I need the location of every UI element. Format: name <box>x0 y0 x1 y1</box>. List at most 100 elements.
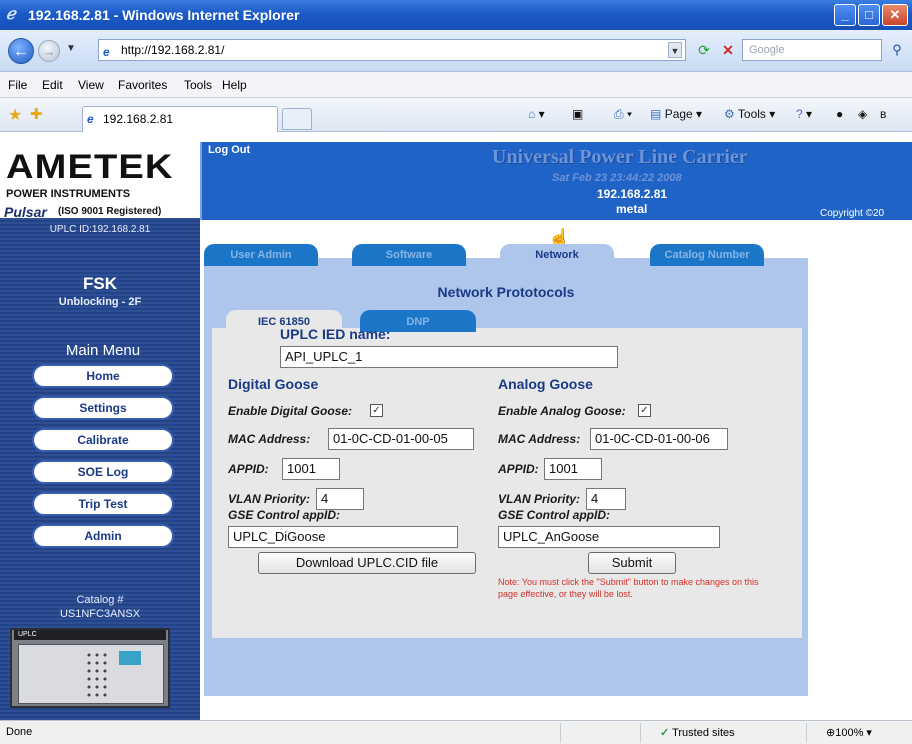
header-ip: 192.168.2.81 <box>597 187 668 201</box>
analog-appid-input[interactable]: 1001 <box>544 458 602 480</box>
sidebar-item-admin[interactable]: Admin <box>32 524 174 548</box>
url-input[interactable]: e http://192.168.2.81/ <box>98 39 686 61</box>
analog-mac-label: MAC Address: <box>498 432 581 446</box>
submit-button[interactable]: Submit <box>588 552 676 574</box>
analog-vlan-input[interactable]: 4 <box>586 488 626 510</box>
header-date: Sat Feb 23 23:44:22 2008 <box>552 172 682 184</box>
sidebar-item-soe-log[interactable]: SOE Log <box>32 460 174 484</box>
device-keypad <box>85 651 111 697</box>
analog-mac-input[interactable]: 01-0C-CD-01-00-06 <box>590 428 728 450</box>
tab-software[interactable]: Software <box>352 244 466 266</box>
enable-analog-checkbox[interactable]: ✓ <box>638 404 651 417</box>
menu-tools[interactable]: Tools <box>184 78 212 92</box>
url-dropdown-icon[interactable]: ▼ <box>668 42 682 58</box>
help-button[interactable]: ? ▾ <box>796 107 812 121</box>
home-icon: ⌂ <box>528 107 536 121</box>
status-divider <box>806 723 807 743</box>
sidebar: UPLC ID:192.168.2.81 FSK Unblocking - 2F… <box>0 218 200 720</box>
messenger-icon[interactable]: ◈ <box>858 107 867 121</box>
menu-favorites[interactable]: Favorites <box>118 78 167 92</box>
division-label: POWER INSTRUMENTS <box>6 188 131 200</box>
new-tab-button[interactable] <box>282 108 312 130</box>
search-icon[interactable]: ⚲ <box>886 40 908 60</box>
tab-catalog-number[interactable]: Catalog Number <box>650 244 764 266</box>
forward-button[interactable]: → <box>38 40 60 62</box>
page-menu[interactable]: ▤ Page ▾ <box>650 107 702 121</box>
page-content: AMETEK POWER INSTRUMENTS Pulsar (ISO 900… <box>0 132 912 720</box>
research-icon[interactable]: ● <box>836 107 843 121</box>
analog-gse-input[interactable]: UPLC_AnGoose <box>498 526 720 548</box>
page-menu-icon: ▤ <box>650 107 662 121</box>
digital-vlan-input[interactable]: 4 <box>316 488 364 510</box>
print-button[interactable]: ⎙ ▾ <box>614 107 632 122</box>
sidebar-item-home[interactable]: Home <box>32 364 174 388</box>
tab-user-admin[interactable]: User Admin <box>204 244 318 266</box>
catalog-number: US1NFC3ANSX <box>59 608 141 620</box>
digital-mac-input[interactable]: 01-0C-CD-01-00-05 <box>328 428 474 450</box>
zoom-level[interactable]: ⊕100% ▾ <box>826 726 872 739</box>
ie-logo-icon: ℯ <box>6 6 16 23</box>
menu-view[interactable]: View <box>78 78 104 92</box>
digital-gse-input[interactable]: UPLC_DiGoose <box>228 526 458 548</box>
scheme-label: Unblocking - 2F <box>58 296 142 308</box>
bluetooth-icon[interactable]: ʙ <box>880 107 886 121</box>
enable-digital-label: Enable Digital Goose: <box>228 404 353 418</box>
protocol-panel: IEC 61850 DNP UPLC IED name: API_UPLC_1 … <box>212 310 802 638</box>
digital-appid-input[interactable]: 1001 <box>282 458 340 480</box>
analog-vlan-label: VLAN Priority: <box>498 492 581 506</box>
ied-name-input[interactable]: API_UPLC_1 <box>280 346 618 368</box>
tab-network[interactable]: Network <box>500 244 614 266</box>
analog-gse-label: GSE Control appID: <box>498 508 610 522</box>
enable-digital-checkbox[interactable]: ✓ <box>370 404 383 417</box>
security-zone[interactable]: ✓ Trusted sites <box>660 726 735 739</box>
logo-panel: AMETEK POWER INSTRUMENTS Pulsar (ISO 900… <box>0 142 200 220</box>
analog-goose-heading: Analog Goose <box>498 376 593 392</box>
zoom-icon: ⊕ <box>826 727 836 739</box>
add-favorites-icon[interactable]: ✚ <box>30 105 43 123</box>
menu-file[interactable]: File <box>8 78 27 92</box>
browser-tab-active[interactable]: e 192.168.2.81 <box>82 106 278 132</box>
url-text: http://192.168.2.81/ <box>121 43 225 57</box>
title-bar: ℯ 192.168.2.81 - Windows Internet Explor… <box>0 0 912 30</box>
sidebar-item-trip-test[interactable]: Trip Test <box>32 492 174 516</box>
window-title: 192.168.2.81 - Windows Internet Explorer <box>28 7 300 23</box>
menu-edit[interactable]: Edit <box>42 78 63 92</box>
close-button[interactable]: ✕ <box>882 4 908 26</box>
trusted-check-icon: ✓ <box>660 727 670 739</box>
product-title: Universal Power Line Carrier <box>492 146 748 168</box>
menu-bar: File Edit View Favorites Tools Help <box>0 72 912 98</box>
search-input[interactable]: Google <box>742 39 882 61</box>
feeds-icon[interactable]: ▣ <box>572 107 583 121</box>
analog-appid-label: APPID: <box>498 462 539 476</box>
device-panel <box>18 644 164 704</box>
page-icon: e <box>103 45 110 59</box>
tab-bar: ★ ✚ e 192.168.2.81 ⌂ ▾ ▣ ⎙ ▾ ▤ Page ▾ ⚙ … <box>0 98 912 132</box>
catalog-label: Catalog # <box>76 594 124 606</box>
home-button[interactable]: ⌂ ▾ <box>528 107 545 121</box>
refresh-icon[interactable]: ⟳ <box>694 40 714 60</box>
address-bar: ← → ▼ e http://192.168.2.81/ ▼ ⟳ ✕ Googl… <box>0 30 912 72</box>
digital-mac-label: MAC Address: <box>228 432 311 446</box>
back-button[interactable]: ← <box>8 38 34 64</box>
maximize-button[interactable]: □ <box>858 4 880 26</box>
enable-analog-label: Enable Analog Goose: <box>498 404 626 418</box>
sidebar-item-settings[interactable]: Settings <box>32 396 174 420</box>
uplc-id: UPLC ID:192.168.2.81 <box>49 224 151 235</box>
download-cid-button[interactable]: Download UPLC.CID file <box>258 552 476 574</box>
device-image: UPLC <box>10 628 170 708</box>
status-divider <box>640 723 641 743</box>
sidebar-item-calibrate[interactable]: Calibrate <box>32 428 174 452</box>
minimize-button[interactable]: _ <box>834 4 856 26</box>
stop-icon[interactable]: ✕ <box>718 40 738 60</box>
menu-help[interactable]: Help <box>222 78 247 92</box>
history-dropdown-icon[interactable]: ▼ <box>66 43 76 54</box>
header-band: Log Out Universal Power Line Carrier Sat… <box>200 142 912 220</box>
print-icon: ⎙ <box>614 107 624 121</box>
main-menu-title: Main Menu <box>65 342 141 359</box>
tools-gear-icon: ⚙ <box>724 107 735 121</box>
favorites-star-icon[interactable]: ★ <box>8 105 22 125</box>
network-title: Network Prototocols <box>437 284 575 300</box>
page-icon: e <box>87 112 94 126</box>
logout-link[interactable]: Log Out <box>208 144 250 156</box>
tools-menu[interactable]: ⚙ Tools ▾ <box>724 107 775 121</box>
